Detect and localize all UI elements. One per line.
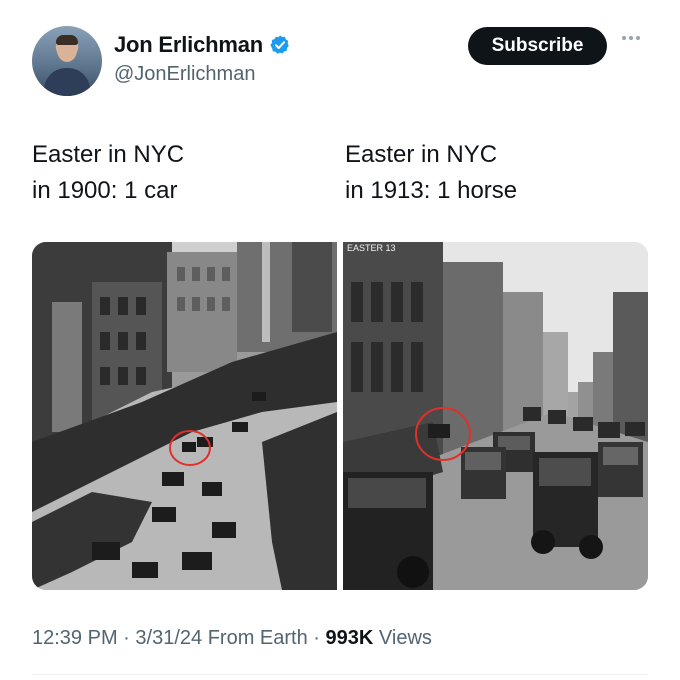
photo-stamp: EASTER 13 [347, 243, 396, 253]
verified-badge-icon [270, 35, 289, 54]
views-count: 993K [325, 627, 374, 649]
author-avatar[interactable] [32, 26, 102, 96]
post-date[interactable]: 3/31/24 [135, 627, 202, 649]
author-name[interactable]: Jon Erlichman [114, 32, 263, 58]
more-dot [622, 36, 626, 40]
author-handle[interactable]: @JonErlichman [114, 63, 255, 86]
left-caption-line-1: Easter in NYC [32, 141, 185, 168]
photo-1900-illustration [32, 242, 337, 590]
more-dot [636, 36, 640, 40]
meta-separator: · [123, 627, 130, 649]
post-time[interactable]: 12:39 PM [32, 627, 118, 649]
photo-1913-illustration: EASTER 13 [343, 242, 648, 590]
author-name-row: Jon Erlichman [114, 32, 291, 58]
post-source: From Earth [207, 627, 308, 649]
photo-1913[interactable]: EASTER 13 [343, 242, 648, 590]
more-options-icon[interactable] [622, 36, 640, 40]
avatar-hair [56, 35, 78, 45]
left-caption-line-2: in 1900: 1 car [32, 177, 178, 204]
right-caption-line-1: Easter in NYC [345, 141, 498, 168]
right-caption: Easter in NYC in 1913: 1 horse [345, 137, 517, 209]
divider [32, 674, 648, 675]
post-meta: 12:39 PM · 3/31/24 From Earth · 993K Vie… [32, 627, 432, 650]
subscribe-button[interactable]: Subscribe [468, 27, 607, 65]
photo-1900[interactable] [32, 242, 337, 590]
more-dot [629, 36, 633, 40]
meta-separator: · [313, 627, 320, 649]
left-caption: Easter in NYC in 1900: 1 car [32, 137, 184, 209]
views-label: Views [378, 627, 432, 649]
right-caption-line-2: in 1913: 1 horse [345, 177, 518, 204]
avatar-suit [44, 68, 90, 96]
